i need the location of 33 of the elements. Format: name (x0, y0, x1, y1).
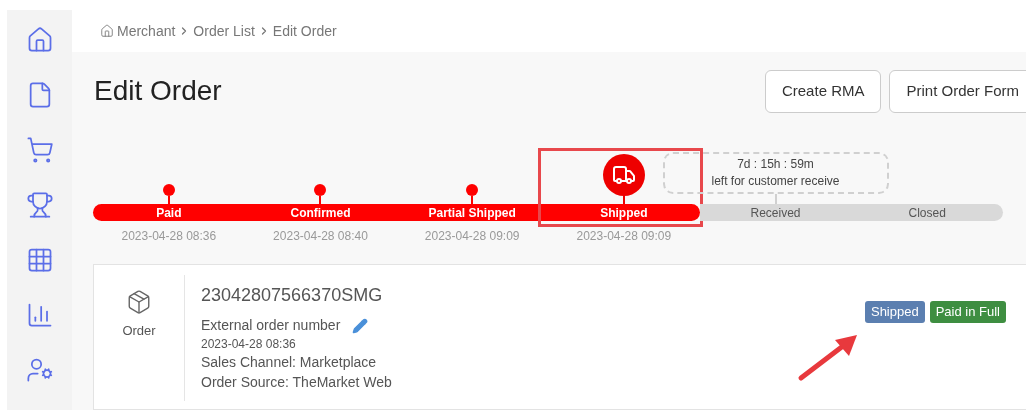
breadcrumb-link[interactable]: Merchant (117, 20, 176, 42)
box-icon (126, 289, 152, 315)
edit-icon[interactable] (352, 317, 369, 334)
step-date: 2023-04-28 09:09 (576, 228, 672, 245)
status-badge: Shipped (864, 301, 925, 323)
step-date: 2023-04-28 08:40 (273, 228, 368, 245)
home-icon (100, 24, 114, 38)
step-label: Paid (156, 206, 182, 219)
action-button[interactable]: Create RMA (764, 69, 882, 113)
step-date: 2023-04-28 09:09 (424, 228, 520, 245)
action-button[interactable]: Print Order Form (889, 69, 1026, 113)
cart-icon[interactable] (25, 136, 54, 164)
order-type-label: Order (122, 322, 156, 340)
step-label: Shipped (600, 206, 648, 219)
order-date: 2023-04-28 08:36 (201, 336, 297, 352)
order-number: 23042807566370SMG (201, 284, 384, 307)
breadcrumb-link[interactable]: Order List (193, 20, 255, 42)
external-order-label: External order number (201, 316, 341, 335)
user-settings-icon[interactable] (25, 356, 54, 384)
step-label: Received (750, 206, 801, 219)
step-date: 2023-04-28 08:36 (121, 228, 217, 245)
order-info-line: Sales Channel: Marketplace (201, 353, 378, 372)
annotation-arrow (797, 332, 859, 382)
order-info-line: Order Source: TheMarket Web (201, 373, 393, 392)
trophy-icon[interactable] (25, 191, 54, 219)
page-title: Edit Order (94, 74, 222, 108)
status-badge: Paid in Full (929, 301, 1006, 323)
step-label: Partial Shipped (428, 206, 516, 219)
step-label: Closed (908, 206, 946, 219)
countdown-caption: left for customer receive (711, 173, 840, 190)
countdown-time: 7d : 15h : 59m (737, 156, 814, 173)
breadcrumb-link[interactable]: Edit Order (272, 20, 337, 42)
step-label: Confirmed (290, 206, 351, 219)
